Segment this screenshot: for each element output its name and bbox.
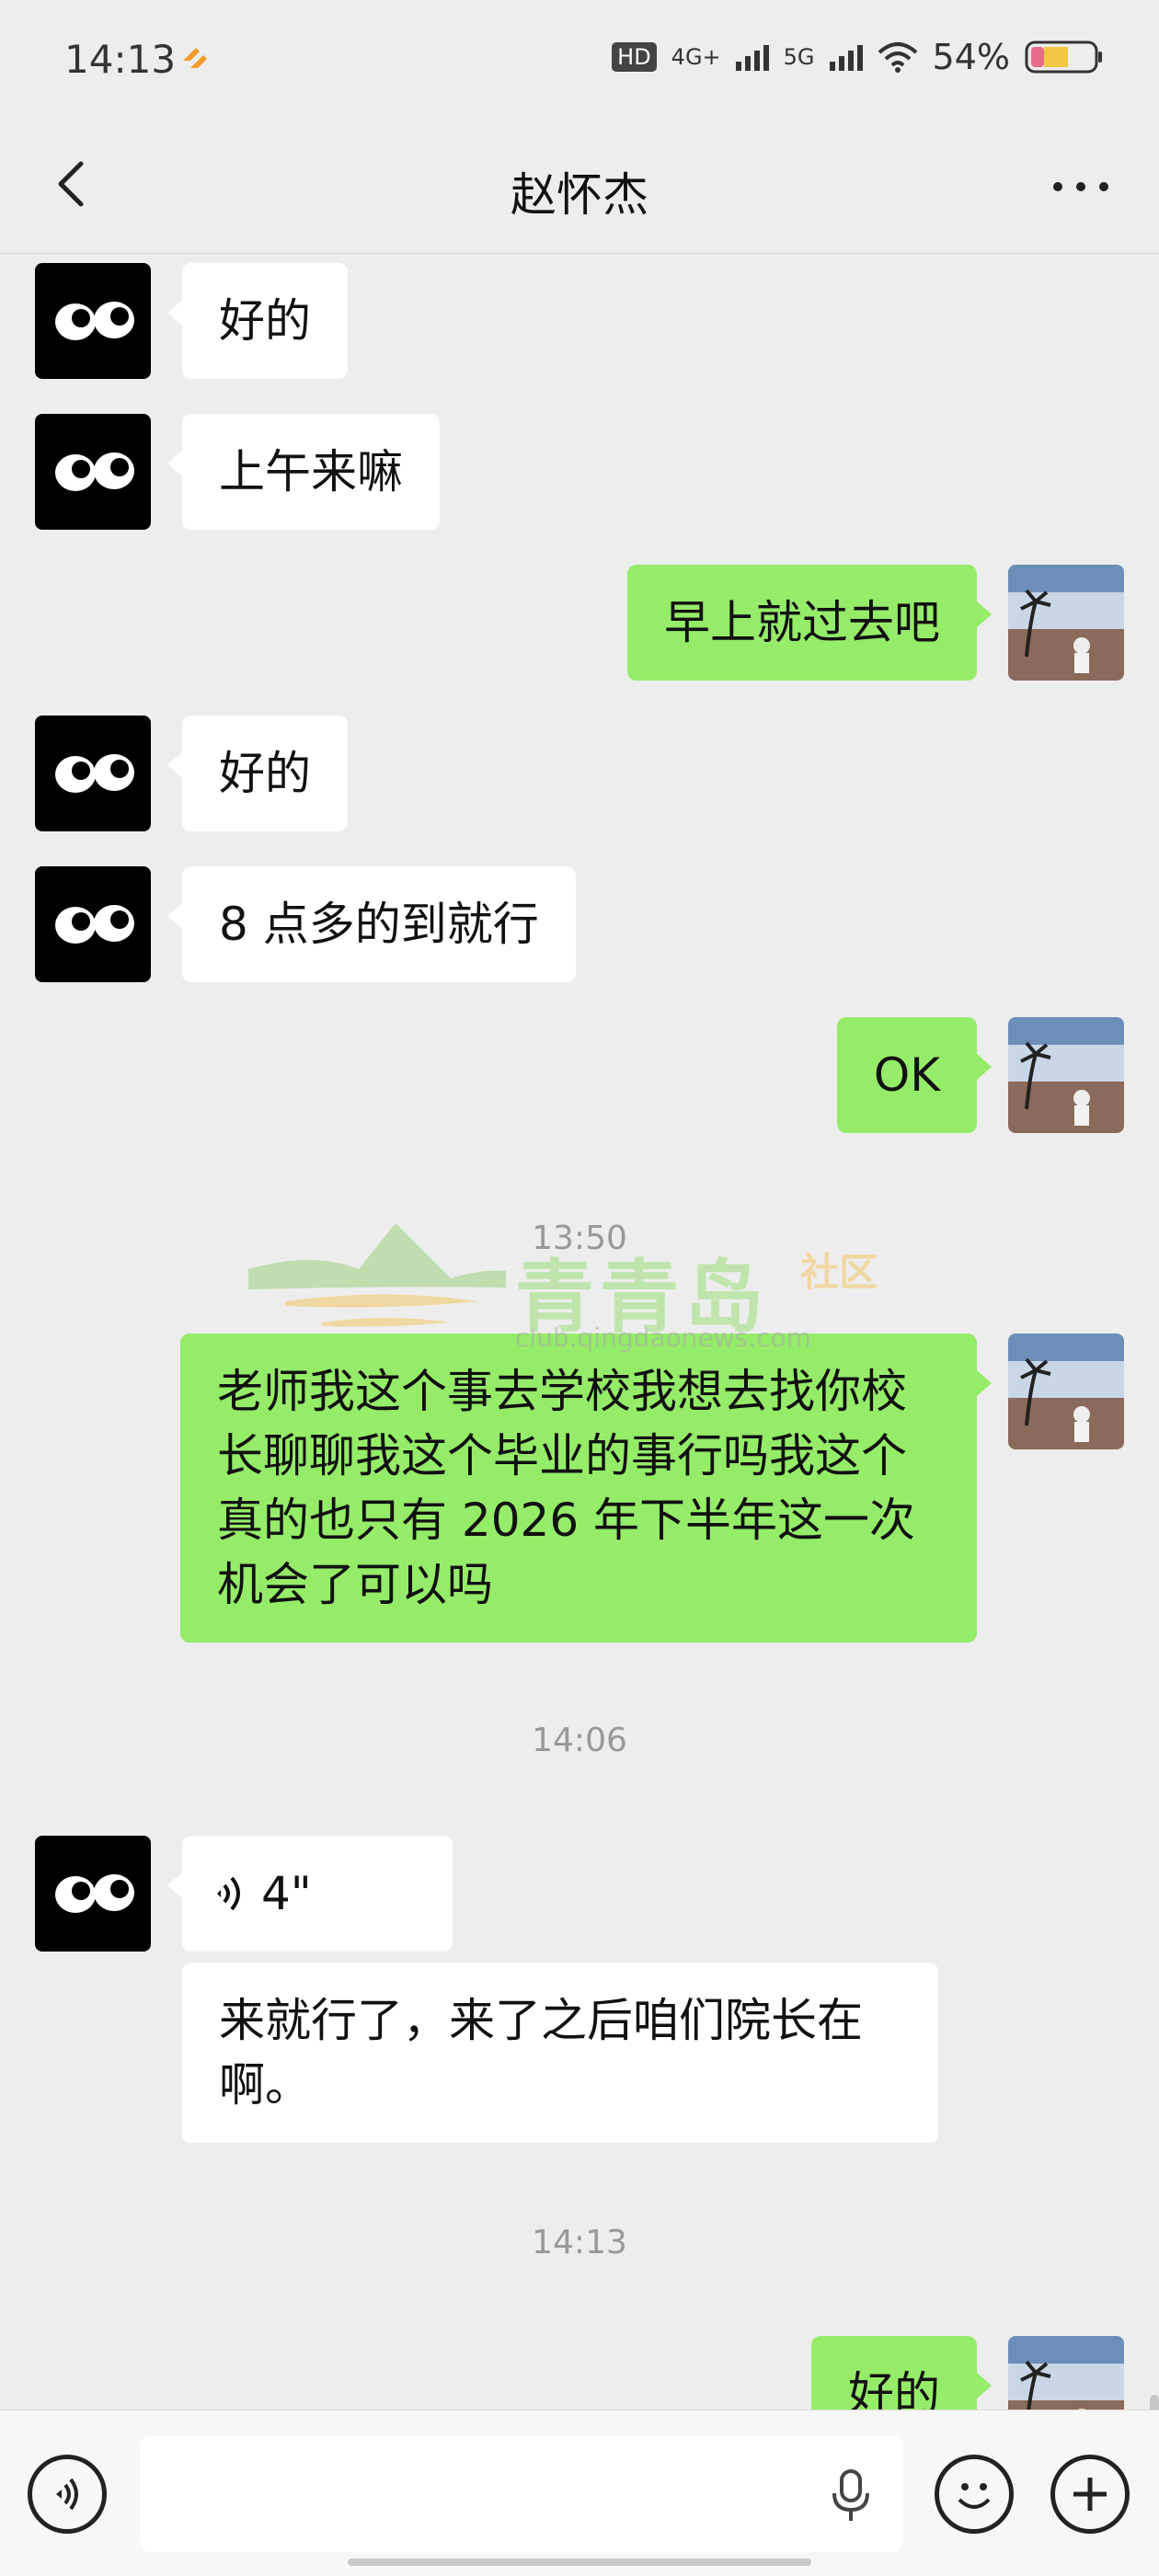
scrollbar[interactable] — [1150, 2395, 1159, 2410]
signal-5g-label: 5G — [783, 44, 815, 70]
my-avatar[interactable] — [1008, 565, 1124, 681]
timestamp: 13:50 — [532, 1219, 627, 1257]
message-bubble[interactable]: 好的 — [811, 2336, 992, 2410]
contact-avatar[interactable] — [35, 716, 151, 831]
emoji-button[interactable] — [935, 2455, 1014, 2534]
emoji-icon — [958, 2483, 991, 2509]
beach-photo-avatar — [1008, 1334, 1124, 1449]
more-dots-icon[interactable] — [1049, 164, 1113, 210]
voice-toggle-button[interactable] — [28, 2455, 107, 2534]
signal-bars-icon — [735, 45, 769, 71]
wifi-icon — [878, 42, 917, 73]
status-bar: 14:13 HD 4G+ 5G 54% — [0, 0, 1159, 120]
timestamp: 14:13 — [532, 2224, 627, 2261]
chat-title: 赵怀杰 — [511, 168, 648, 222]
voice-toggle-icon — [56, 2478, 78, 2511]
signal-4g-label: 4G+ — [671, 44, 721, 70]
battery-percent: 54% — [932, 37, 1010, 77]
beach-photo-avatar — [1008, 2336, 1124, 2410]
battery-icon — [1025, 40, 1102, 74]
googly-eyes-icon — [55, 905, 134, 944]
message-bubble[interactable]: 好的 — [167, 716, 348, 831]
message-bubble[interactable]: 上午来嘛 — [167, 414, 440, 530]
chat-header: 赵怀杰 — [0, 120, 1159, 254]
message-bubble[interactable]: 老师我这个事去学校我想去找你校长聊聊我这个毕业的事行吗我这个真的也只有 2026… — [180, 1334, 992, 1643]
message-bubble[interactable]: 8 点多的到就行 — [167, 866, 576, 982]
voice-transcript-bubble[interactable]: 来就行了，来了之后咱们院长在啊。 — [182, 1963, 938, 2143]
status-time: 14:13 — [64, 37, 177, 82]
voice-duration: 4" — [261, 1867, 312, 1920]
my-avatar[interactable] — [1008, 1017, 1124, 1133]
beach-photo-avatar — [1008, 565, 1124, 681]
message-bubble[interactable]: 好的 — [167, 263, 348, 379]
googly-eyes-icon — [55, 1874, 134, 1913]
my-avatar[interactable] — [1008, 2336, 1124, 2410]
googly-eyes-icon — [55, 754, 134, 793]
my-avatar[interactable] — [1008, 1334, 1124, 1449]
input-bar — [0, 2410, 1159, 2576]
googly-eyes-icon — [55, 302, 134, 340]
message-input[interactable] — [140, 2436, 903, 2552]
home-indicator[interactable] — [348, 2559, 811, 2566]
app-notification-icon — [183, 48, 207, 68]
status-indicators: HD 4G+ 5G 54% — [612, 37, 1104, 77]
chat-message-list[interactable]: 好的 上午来嘛 早上就过去吧 好的 8 点多的到就行 OK 13:50 老师我这… — [0, 254, 1159, 2410]
googly-eyes-icon — [55, 452, 134, 491]
message-bubble[interactable]: OK — [836, 1017, 993, 1133]
voice-wave-icon — [217, 1876, 240, 1911]
contact-avatar[interactable] — [35, 866, 151, 982]
contact-avatar[interactable] — [35, 1836, 151, 1952]
voice-message-bubble[interactable]: 4" — [167, 1836, 453, 1952]
microphone-icon[interactable] — [828, 2467, 874, 2523]
plus-icon — [1073, 2478, 1107, 2511]
beach-photo-avatar — [1008, 1017, 1124, 1133]
hd-badge: HD — [612, 42, 657, 72]
contact-avatar[interactable] — [35, 414, 151, 530]
signal-bars-icon — [829, 45, 863, 71]
plus-button[interactable] — [1050, 2455, 1130, 2534]
timestamp: 14:06 — [532, 1722, 627, 1759]
contact-avatar[interactable] — [35, 263, 151, 379]
message-bubble[interactable]: 早上就过去吧 — [627, 565, 992, 681]
